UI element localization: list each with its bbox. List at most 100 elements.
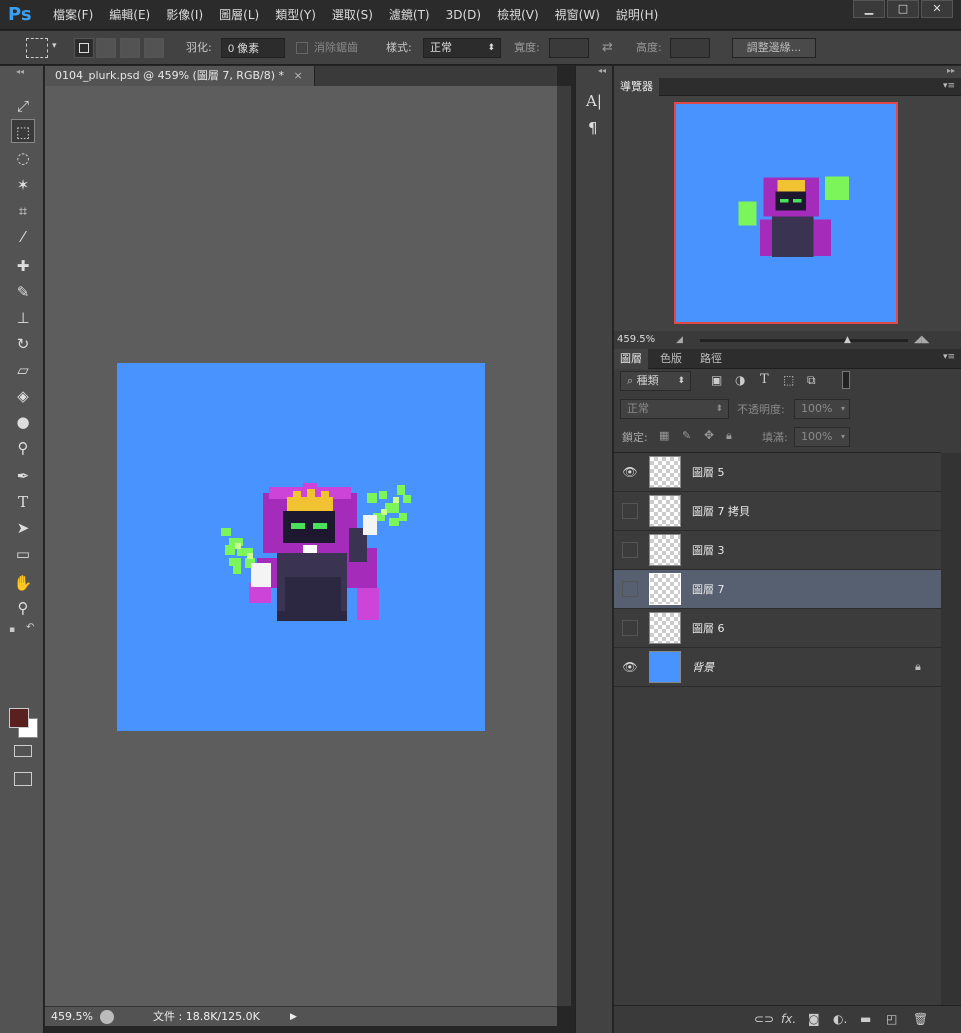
menu-window[interactable]: 視窗(W) <box>547 0 608 30</box>
tab-layers[interactable]: 圖層 <box>614 349 648 369</box>
menu-type[interactable]: 類型(Y) <box>267 0 324 30</box>
layer-row[interactable]: 圖層 7 拷貝 <box>614 492 941 531</box>
menu-3d[interactable]: 3D(D) <box>438 0 489 30</box>
character-panel-icon[interactable]: A| <box>586 92 602 110</box>
height-input[interactable] <box>670 38 710 58</box>
feather-input[interactable] <box>221 38 285 58</box>
layer-row[interactable]: 圖層 6 <box>614 609 941 648</box>
layer-name[interactable]: 圖層 6 <box>692 609 725 648</box>
menu-image[interactable]: 影像(I) <box>158 0 211 30</box>
new-layer-icon[interactable]: ◰ <box>886 1012 897 1026</box>
filter-pixel-icon[interactable]: ▣ <box>711 373 722 387</box>
brush-tool-icon[interactable]: ✎ <box>11 280 35 304</box>
panel-menu-icon[interactable]: ▾≡ <box>943 81 955 91</box>
paragraph-panel-icon[interactable]: ¶ <box>588 119 598 137</box>
lock-position-icon[interactable]: ✥ <box>704 428 714 442</box>
blend-mode-select[interactable]: 正常 ⬍ <box>620 399 729 419</box>
filter-shape-icon[interactable]: ⬚ <box>783 373 794 387</box>
layer-name[interactable]: 圖層 5 <box>692 453 725 492</box>
history-brush-tool-icon[interactable]: ↻ <box>11 332 35 356</box>
layers-scrollbar[interactable] <box>941 453 961 1005</box>
tab-channels[interactable]: 色版 <box>654 349 688 369</box>
dodge-tool-icon[interactable]: ⚲ <box>11 436 35 460</box>
status-zoom[interactable]: 459.5% <box>51 1007 93 1027</box>
blur-tool-icon[interactable]: ● <box>11 410 35 434</box>
intersect-selection-icon[interactable] <box>144 38 164 58</box>
navigator-zoom-slider[interactable] <box>700 339 908 342</box>
menu-view[interactable]: 檢視(V) <box>489 0 547 30</box>
new-selection-icon[interactable] <box>74 38 94 58</box>
layer-name[interactable]: 圖層 3 <box>692 531 725 570</box>
layers-panel-menu-icon[interactable]: ▾≡ <box>943 352 955 362</box>
pen-tool-icon[interactable]: ✒ <box>11 464 35 488</box>
document-canvas[interactable] <box>117 363 485 731</box>
menu-help[interactable]: 說明(H) <box>608 0 666 30</box>
layer-name[interactable]: 背景 <box>692 648 714 687</box>
status-menu-arrow-icon[interactable]: ▶ <box>290 1007 297 1027</box>
fx-icon[interactable]: fx. <box>781 1012 796 1026</box>
tab-navigator[interactable]: 導覽器 <box>614 78 659 96</box>
tab-paths[interactable]: 路徑 <box>694 349 728 369</box>
canvas-vertical-scrollbar[interactable] <box>557 86 571 1006</box>
lock-image-icon[interactable]: ✎ <box>682 429 691 442</box>
opacity-input[interactable]: 100% ▾ <box>794 399 850 419</box>
menu-filter[interactable]: 濾鏡(T) <box>381 0 438 30</box>
add-to-selection-icon[interactable] <box>96 38 116 58</box>
lock-transparent-icon[interactable]: ▦ <box>659 429 669 442</box>
visibility-eye-icon[interactable]: 👁︎ <box>622 464 638 480</box>
filter-kind-select[interactable]: ⌕ 種類 ⬍ <box>620 371 691 391</box>
collapse-icon[interactable]: ◂◂ <box>8 66 32 78</box>
antialias-checkbox[interactable] <box>296 42 308 54</box>
visibility-toggle[interactable] <box>622 620 638 636</box>
clone-stamp-tool-icon[interactable]: ⊥ <box>11 306 35 330</box>
visibility-toggle[interactable] <box>622 542 638 558</box>
swap-colors-icon[interactable]: ↶ <box>26 622 34 633</box>
swap-icon[interactable]: ⇄ <box>602 31 613 65</box>
zoom-tool-icon[interactable]: ⚲ <box>11 596 35 620</box>
crop-tool-icon[interactable]: ⌗ <box>11 199 35 223</box>
navigator-zoom-value[interactable]: 459.5% <box>617 334 655 345</box>
refine-edge-button[interactable]: 調整邊緣... <box>732 38 816 58</box>
layer-row[interactable]: 👁︎ 圖層 5 <box>614 453 941 492</box>
hand-tool-icon[interactable]: ✋ <box>11 571 35 595</box>
zoom-out-icon[interactable]: ◢ <box>676 331 683 349</box>
layer-row-background[interactable]: 👁︎ 背景 🔒︎ <box>614 648 941 687</box>
magic-wand-tool-icon[interactable]: ✶ <box>11 173 35 197</box>
eyedropper-tool-icon[interactable]: ⁄ <box>11 225 35 249</box>
screen-mode-icon[interactable] <box>14 772 32 786</box>
marquee-preset-icon[interactable] <box>26 38 48 58</box>
new-group-icon[interactable]: ▬ <box>860 1012 871 1026</box>
move-tool-icon[interactable]: ⤢ <box>11 94 35 118</box>
adjustment-layer-icon[interactable]: ◐. <box>833 1012 847 1026</box>
panel-collapse-icon[interactable]: ▸▸ <box>947 66 955 75</box>
menu-edit[interactable]: 編輯(E) <box>101 0 158 30</box>
visibility-toggle[interactable] <box>622 503 638 519</box>
filter-smart-object-icon[interactable]: ⧉ <box>807 373 816 388</box>
style-select[interactable]: 正常 ⬍ <box>423 38 501 58</box>
subtract-selection-icon[interactable] <box>120 38 140 58</box>
rectangle-tool-icon[interactable]: ▭ <box>11 542 35 566</box>
layer-row-selected[interactable]: 圖層 7 <box>614 570 941 609</box>
layer-row[interactable]: 圖層 3 <box>614 531 941 570</box>
healing-brush-tool-icon[interactable]: ✚ <box>11 254 35 278</box>
eraser-tool-icon[interactable]: ▱ <box>11 358 35 382</box>
filter-adjustment-icon[interactable]: ◑ <box>735 373 745 387</box>
paint-bucket-tool-icon[interactable]: ◈ <box>11 384 35 408</box>
zoom-slider-handle[interactable]: ▲ <box>844 331 851 349</box>
document-close-icon[interactable]: × <box>294 69 303 82</box>
marquee-tool-icon[interactable]: ⬚ <box>11 119 35 143</box>
maximize-button[interactable]: □ <box>887 0 919 18</box>
zoom-in-icon[interactable]: ◢◣ <box>914 331 929 349</box>
menu-file[interactable]: 檔案(F) <box>45 0 101 30</box>
path-selection-tool-icon[interactable]: ➤ <box>11 516 35 540</box>
layer-name[interactable]: 圖層 7 <box>692 570 725 609</box>
link-layers-icon[interactable]: ⊂⊃ <box>754 1012 774 1026</box>
layer-name[interactable]: 圖層 7 拷貝 <box>692 492 750 531</box>
lasso-tool-icon[interactable]: ◌ <box>11 146 35 170</box>
fill-input[interactable]: 100% ▾ <box>794 427 850 447</box>
type-tool-icon[interactable]: T <box>11 490 35 514</box>
filter-type-icon[interactable]: T <box>760 372 769 387</box>
menu-layer[interactable]: 圖層(L) <box>211 0 267 30</box>
chevron-down-icon[interactable]: ▾ <box>52 41 57 51</box>
filter-toggle[interactable] <box>842 371 850 389</box>
